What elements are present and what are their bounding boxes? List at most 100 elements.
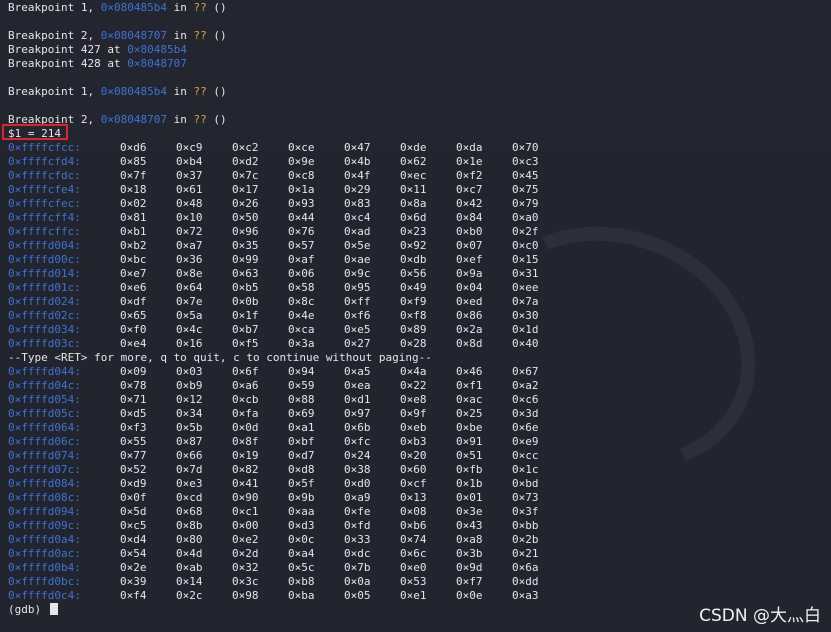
breakpoint-tail: () — [206, 113, 227, 126]
memory-byte: 0×0d — [232, 421, 259, 434]
memory-byte: 0×19 — [232, 449, 259, 462]
memory-byte: 0×84 — [456, 211, 483, 224]
memory-byte: 0×83 — [344, 197, 371, 210]
memory-byte: 0×d1 — [344, 393, 371, 406]
memory-byte: 0×7b — [344, 561, 371, 574]
memory-address: 0×ffffd054: — [8, 393, 81, 406]
memory-byte: 0×2b — [512, 533, 539, 546]
memory-byte: 0×ea — [344, 379, 371, 392]
memory-byte: 0×fd — [344, 519, 371, 532]
memory-byte: 0×e0 — [400, 561, 427, 574]
memory-byte: 0×9c — [344, 267, 371, 280]
memory-byte: 0×3b — [456, 547, 483, 560]
memory-byte: 0×4e — [288, 309, 315, 322]
terminal-cursor[interactable] — [49, 603, 58, 615]
memory-byte: 0×a2 — [512, 379, 539, 392]
memory-byte: 0×f1 — [456, 379, 483, 392]
breakpoint-tail: () — [206, 85, 227, 98]
memory-address: 0×ffffcfdc: — [8, 169, 81, 182]
gdb-prompt[interactable]: (gdb) — [8, 603, 58, 617]
memory-byte: 0×62 — [400, 155, 427, 168]
memory-address: 0×ffffd02c: — [8, 309, 81, 322]
memory-byte: 0×ad — [344, 225, 371, 238]
memory-address: 0×ffffd084: — [8, 477, 81, 490]
memory-byte: 0×77 — [120, 449, 147, 462]
memory-byte: 0×bc — [120, 253, 147, 266]
memory-byte: 0×43 — [456, 519, 483, 532]
memory-byte: 0×b9 — [176, 379, 203, 392]
memory-byte: 0×80 — [176, 533, 203, 546]
memory-byte: 0×9f — [400, 407, 427, 420]
memory-byte: 0×a6 — [232, 379, 259, 392]
memory-byte: 0×a9 — [344, 491, 371, 504]
background-logo-shape — [437, 187, 791, 511]
memory-byte: 0×6c — [400, 547, 427, 560]
memory-byte: 0×6e — [512, 421, 539, 434]
breakpoint-line: Breakpoint 2, 0×08048707 in ?? () — [8, 29, 227, 43]
memory-byte: 0×e9 — [512, 435, 539, 448]
highlight-box — [2, 124, 68, 140]
memory-address: 0×ffffd0ac: — [8, 547, 81, 560]
memory-byte: 0×41 — [232, 477, 259, 490]
memory-byte: 0×d6 — [120, 141, 147, 154]
memory-byte: 0×c3 — [512, 155, 539, 168]
memory-address: 0×ffffd044: — [8, 365, 81, 378]
memory-byte: 0×86 — [456, 309, 483, 322]
breakpoint-line: Breakpoint 427 at 0×80485b4 — [8, 43, 187, 57]
memory-address: 0×ffffd004: — [8, 239, 81, 252]
memory-address: 0×ffffd0a4: — [8, 533, 81, 546]
memory-byte: 0×f8 — [400, 309, 427, 322]
memory-byte: 0×ed — [456, 295, 483, 308]
memory-byte: 0×b7 — [232, 323, 259, 336]
breakpoint-address: 0×080485b4 — [100, 1, 167, 14]
memory-byte: 0×e8 — [400, 393, 427, 406]
gdb-prompt-label: (gdb) — [8, 603, 48, 616]
memory-address: 0×ffffd034: — [8, 323, 81, 336]
memory-byte: 0×98 — [232, 589, 259, 602]
memory-byte: 0×d0 — [344, 477, 371, 490]
memory-byte: 0×64 — [176, 281, 203, 294]
memory-byte: 0×23 — [400, 225, 427, 238]
memory-byte: 0×66 — [176, 449, 203, 462]
memory-byte: 0×7d — [176, 463, 203, 476]
memory-byte: 0×d9 — [120, 477, 147, 490]
memory-byte: 0×18 — [120, 183, 147, 196]
memory-byte: 0×60 — [400, 463, 427, 476]
memory-byte: 0×47 — [344, 141, 371, 154]
memory-byte: 0×fa — [232, 407, 259, 420]
memory-address: 0×ffffd06c: — [8, 435, 81, 448]
memory-byte: 0×0b — [232, 295, 259, 308]
breakpoint-in: in — [166, 113, 194, 126]
memory-byte: 0×8b — [176, 519, 203, 532]
memory-byte: 0×04 — [456, 281, 483, 294]
memory-byte: 0×02 — [120, 197, 147, 210]
memory-byte: 0×4d — [176, 547, 203, 560]
memory-byte: 0×dd — [512, 575, 539, 588]
memory-byte: 0×ac — [456, 393, 483, 406]
memory-address: 0×ffffd07c: — [8, 463, 81, 476]
memory-byte: 0×9a — [456, 267, 483, 280]
memory-byte: 0×f0 — [120, 323, 147, 336]
memory-byte: 0×9e — [288, 155, 315, 168]
memory-byte: 0×03 — [176, 365, 203, 378]
memory-byte: 0×38 — [344, 463, 371, 476]
memory-byte: 0×a1 — [288, 421, 315, 434]
memory-byte: 0×26 — [232, 197, 259, 210]
memory-byte: 0×d8 — [288, 463, 315, 476]
memory-byte: 0×db — [400, 253, 427, 266]
memory-byte: 0×3c — [232, 575, 259, 588]
memory-byte: 0×51 — [456, 449, 483, 462]
memory-byte: 0×45 — [512, 169, 539, 182]
memory-byte: 0×82 — [232, 463, 259, 476]
memory-byte: 0×46 — [456, 365, 483, 378]
memory-byte: 0×c0 — [512, 239, 539, 252]
memory-byte: 0×37 — [176, 169, 203, 182]
memory-byte: 0×b8 — [288, 575, 315, 588]
memory-byte: 0×36 — [176, 253, 203, 266]
memory-byte: 0×12 — [176, 393, 203, 406]
memory-byte: 0×81 — [120, 211, 147, 224]
memory-byte: 0×a7 — [176, 239, 203, 252]
memory-byte: 0×91 — [456, 435, 483, 448]
memory-byte: 0×d2 — [232, 155, 259, 168]
memory-byte: 0×8d — [456, 337, 483, 350]
